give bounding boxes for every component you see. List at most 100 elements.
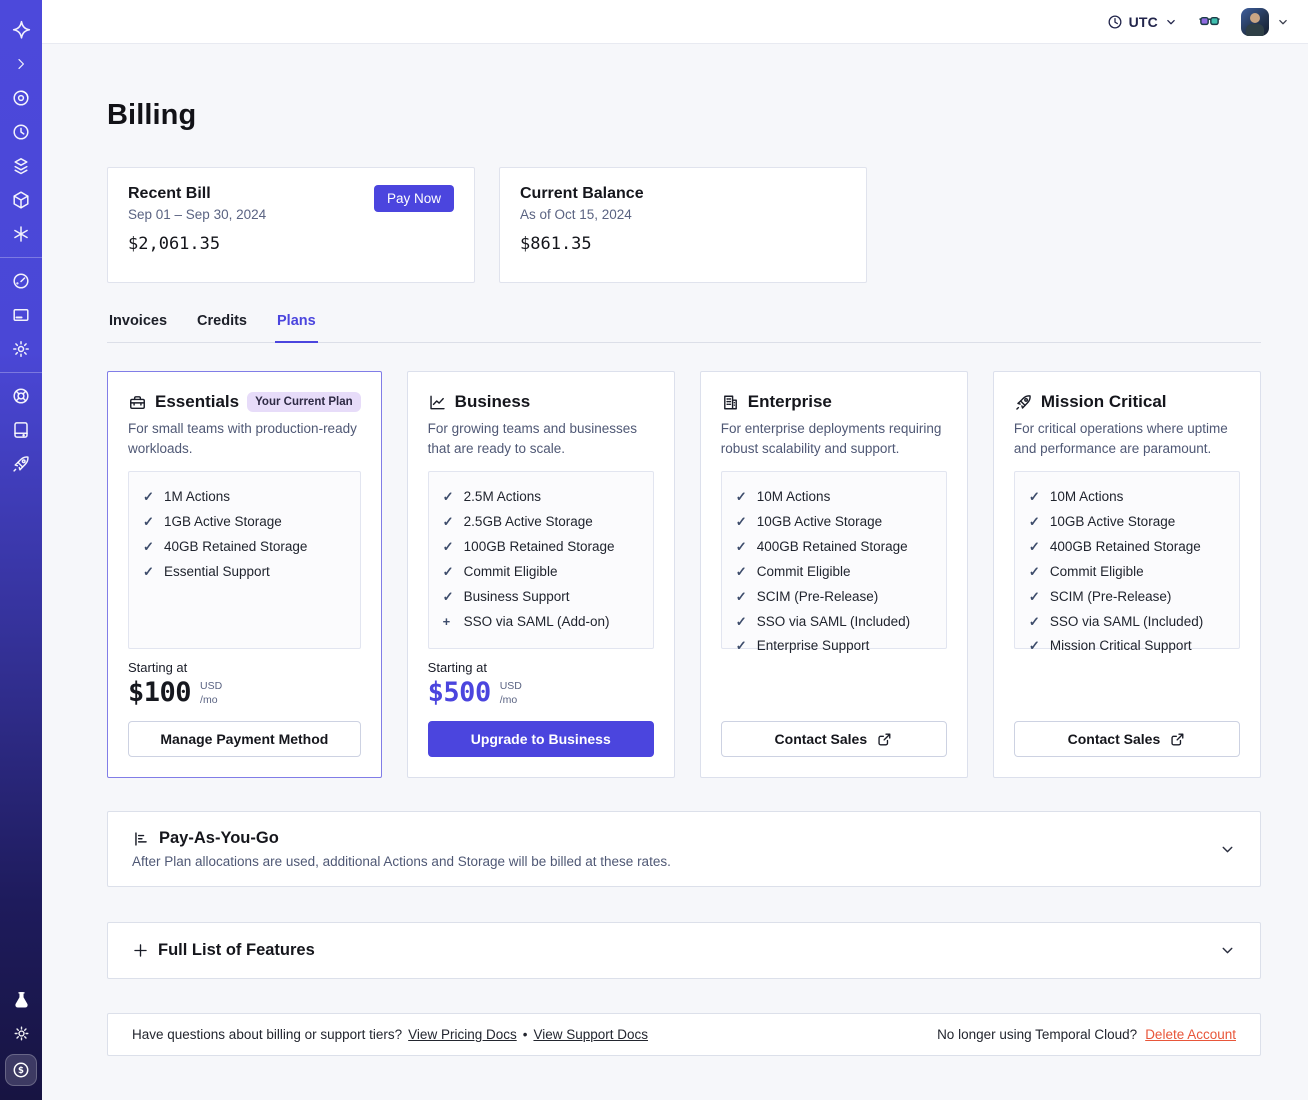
feedback-glasses-button[interactable] [1198, 10, 1221, 33]
rocket-icon [1016, 394, 1031, 410]
feature-label: Commit Eligible [756, 563, 851, 579]
delete-account-link[interactable]: Delete Account [1145, 1027, 1236, 1042]
feature-label: Essential Support [164, 563, 270, 579]
timezone-selector[interactable]: UTC [1107, 14, 1178, 30]
chevron-down-icon [1222, 947, 1233, 954]
external-link-icon [1171, 733, 1184, 745]
tab-plans[interactable]: Plans [275, 307, 318, 343]
sidebar-item-billing[interactable] [0, 298, 42, 332]
docs-book-icon [14, 422, 28, 438]
manage-payment-button[interactable]: Manage Payment Method [128, 721, 361, 757]
check-icon: ✓ [735, 563, 747, 579]
pricing-docs-link[interactable]: View Pricing Docs [408, 1027, 517, 1042]
sidebar-item-deployments[interactable] [0, 183, 42, 217]
sidebar-divider [0, 257, 42, 258]
sidebar-item-labs[interactable] [0, 982, 42, 1016]
feature-item: ✓ 10GB Active Storage [1029, 514, 1225, 531]
plan-card-business: Business For growing teams and businesse… [406, 371, 675, 778]
check-icon: ✓ [735, 514, 747, 529]
check-icon: ✓ [735, 613, 747, 629]
temporal-logo[interactable] [0, 13, 42, 47]
account-menu[interactable] [1241, 7, 1290, 36]
plan-feature-box: ✓ 10M Actions ✓ 10GB Active Storage ✓ 400GB… [720, 471, 947, 653]
feature-item: ✓ 10GB Active Storage [736, 514, 932, 531]
feature-item: ✓ Essential Support [143, 564, 346, 581]
sidebar-item-usage[interactable] [0, 264, 42, 298]
payg-accordion[interactable]: Pay-As-You-Go After Plan allocations are… [107, 811, 1261, 887]
plan-feature-box: ✓ 2.5M Actions ✓ 2.5GB Active Storage ✓ 100… [427, 471, 654, 650]
sidebar-item-support[interactable] [0, 379, 42, 413]
check-icon: ✓ [143, 563, 154, 579]
sidebar-item-theme[interactable] [0, 1016, 42, 1050]
contact-sales-label: Contact Sales [1067, 731, 1161, 747]
sidebar-expand-button[interactable] [0, 47, 42, 81]
current-balance-asof: As of Oct 15, 2024 [520, 207, 632, 222]
footer-dot: • [522, 1027, 528, 1042]
check-icon: ✓ [442, 514, 454, 529]
billing-tabs: Invoices Credits Plans [107, 307, 1261, 343]
full-features-accordion[interactable]: Full List of Features [107, 922, 1261, 979]
feature-label: 10GB Active Storage [1049, 514, 1176, 529]
check-icon: ✓ [442, 588, 454, 604]
check-icon: ✓ [143, 514, 154, 529]
feature-label: Commit Eligible [1049, 563, 1144, 579]
contact-sales-button[interactable]: Contact Sales [1013, 721, 1240, 757]
feature-item: ✓ Commit Eligible [736, 564, 932, 581]
starting-at-label: Starting at [427, 660, 487, 675]
feature-item: ✓ 2.5M Actions [443, 489, 639, 506]
pay-now-button[interactable]: Pay Now [373, 185, 454, 212]
current-balance-title: Current Balance [520, 185, 644, 202]
sidebar-item-docs[interactable] [0, 413, 42, 447]
feature-label: 2.5M Actions [463, 489, 541, 505]
temporal-logo-icon [12, 20, 30, 39]
plan-name: Essentials [155, 392, 240, 411]
asterisk-icon [14, 226, 28, 242]
plan-pricing: Starting at $500 USD/mo [428, 660, 654, 708]
plan-feature-box: ✓ 1M Actions ✓ 1GB Active Storage ✓ 40GB Re… [128, 471, 361, 650]
feature-label: 100GB Retained Storage [463, 538, 615, 554]
tab-credits[interactable]: Credits [195, 307, 249, 343]
feature-item: ✓ 400GB Retained Storage [736, 539, 932, 556]
contact-sales-button[interactable]: Contact Sales [720, 721, 947, 757]
plus-icon [134, 944, 147, 957]
support-docs-link[interactable]: View Support Docs [533, 1027, 648, 1042]
chevron-down-icon [1167, 19, 1175, 24]
sidebar-item-settings[interactable] [0, 332, 42, 366]
tab-invoices[interactable]: Invoices [107, 307, 169, 343]
sidebar-divider [0, 372, 42, 373]
expand-toggle[interactable] [1219, 942, 1236, 959]
main-content: Billing Recent Bill Sep 01 – Sep 30, 202… [42, 44, 1308, 1056]
check-icon: ✓ [1028, 588, 1040, 604]
feature-item: ✓ Business Support [443, 589, 639, 606]
sidebar-item-schedules[interactable] [0, 115, 42, 149]
sidebar-item-stacks[interactable] [0, 149, 42, 183]
sidebar-item-getting-started[interactable] [0, 447, 42, 481]
feature-item: ✓ SSO via SAML (Included) [736, 614, 932, 631]
flask-icon [14, 991, 28, 1008]
upgrade-business-button[interactable]: Upgrade to Business [427, 721, 654, 757]
plan-card-enterprise: Enterprise For enterprise deployments re… [699, 371, 968, 778]
feature-label: SSO via SAML (Add-on) [463, 613, 610, 629]
plan-header: Business [428, 392, 654, 412]
plan-name: Enterprise [747, 392, 832, 411]
feature-item: ✓ 400GB Retained Storage [1029, 539, 1225, 556]
sidebar: $ [0, 0, 42, 1100]
sidebar-item-namespaces[interactable] [0, 81, 42, 115]
feature-label: 40GB Retained Storage [164, 538, 308, 554]
feature-label: Commit Eligible [463, 563, 558, 579]
plan-header: Essentials Your Current Plan [128, 392, 361, 412]
sun-icon [14, 1026, 28, 1040]
plan-header: Mission Critical [1014, 392, 1240, 412]
feature-item: ✓ 10M Actions [736, 489, 932, 506]
sidebar-item-billing-active[interactable]: $ [5, 1054, 37, 1086]
plan-price: $100 [128, 677, 192, 708]
sidebar-item-nexus[interactable] [0, 217, 42, 251]
starting-at-label: Starting at [128, 660, 188, 675]
timezone-label: UTC [1128, 13, 1158, 30]
svg-text:$: $ [18, 1066, 24, 1076]
check-icon: ✓ [735, 489, 747, 505]
footer-question: Have questions about billing or support … [132, 1027, 403, 1042]
plans-grid: Essentials Your Current Plan For small t… [107, 371, 1261, 778]
expand-toggle[interactable] [1219, 841, 1236, 858]
feature-label: 10GB Active Storage [756, 514, 883, 529]
